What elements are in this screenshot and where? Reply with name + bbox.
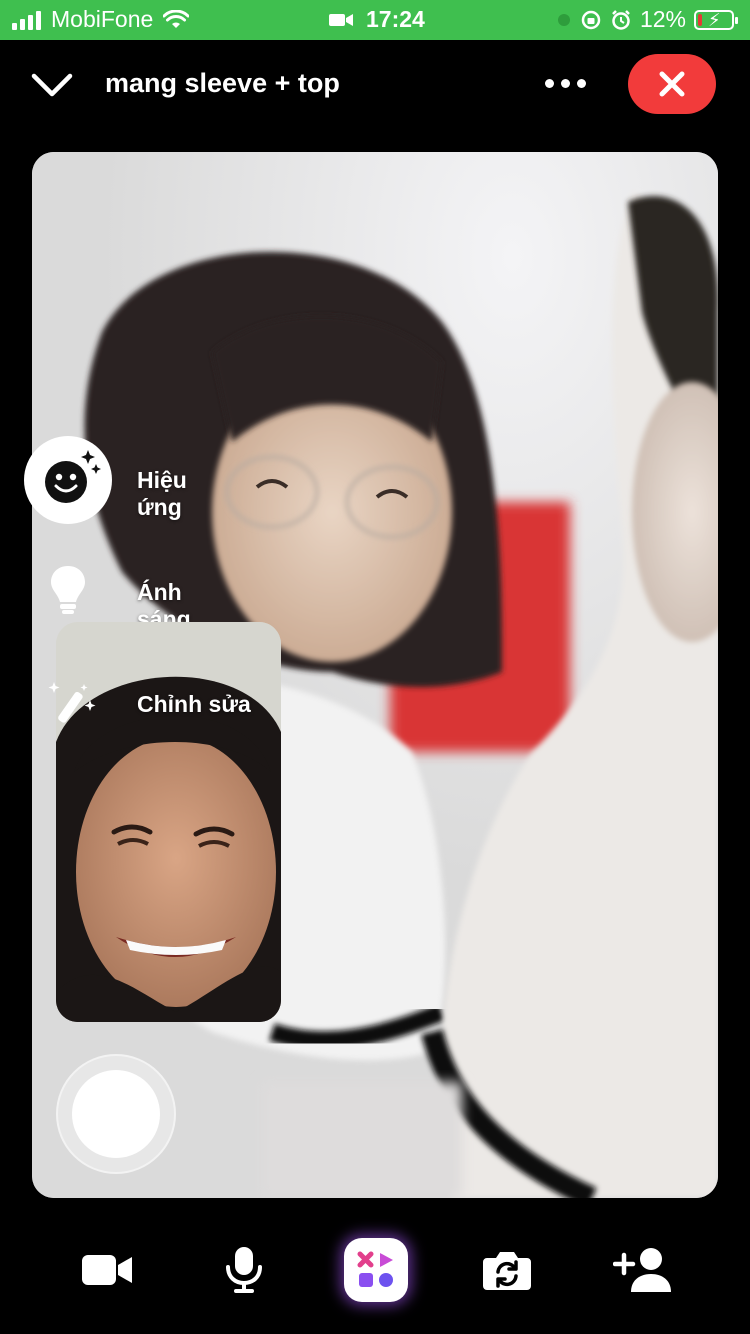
lighting-button[interactable] <box>48 564 88 616</box>
status-center: 17:24 <box>328 6 425 33</box>
more-horizontal-icon <box>545 78 554 88</box>
flip-camera-button[interactable] <box>475 1238 539 1302</box>
video-camera-icon <box>82 1255 132 1285</box>
microphone-icon <box>226 1247 262 1293</box>
magic-wand-icon <box>48 682 96 723</box>
edit-label[interactable]: Chỉnh sửa <box>137 691 251 718</box>
wifi-icon <box>163 9 190 28</box>
call-controls-bar <box>0 1210 750 1334</box>
camera-flip-icon <box>483 1252 531 1290</box>
call-top-bar: mang sleeve + top <box>0 40 750 132</box>
more-options-button[interactable] <box>545 70 591 96</box>
signal-strength-icon <box>12 10 41 30</box>
video-toggle-button[interactable] <box>76 1238 140 1302</box>
collapse-button[interactable] <box>30 68 74 104</box>
rotation-lock-icon <box>581 10 601 29</box>
chevron-down-icon <box>31 73 73 97</box>
smiley-sparkle-icon <box>45 450 101 503</box>
status-left: MobiFone <box>12 6 190 33</box>
call-title: mang sleeve + top <box>105 68 340 98</box>
apps-icon <box>357 1251 393 1287</box>
status-right: 12% ⚡ <box>556 6 738 33</box>
carrier-name: MobiFone <box>51 6 154 32</box>
lightbulb-icon <box>51 566 85 614</box>
battery-percent: 12% <box>639 6 686 32</box>
clock: 17:24 <box>366 6 425 32</box>
close-icon <box>659 71 685 97</box>
effects-button[interactable] <box>24 436 112 524</box>
activities-button[interactable] <box>344 1238 408 1302</box>
microphone-button[interactable] <box>212 1238 276 1302</box>
capture-button[interactable] <box>56 1054 176 1174</box>
alarm-icon <box>612 9 630 30</box>
capture-button-inner <box>72 1070 160 1158</box>
battery-level-fill <box>698 13 702 26</box>
end-call-button[interactable] <box>628 54 716 114</box>
edit-button[interactable] <box>46 678 98 726</box>
add-person-icon <box>613 1248 671 1292</box>
screen-recording-icon <box>329 13 353 26</box>
battery-icon: ⚡ <box>694 9 738 30</box>
green-dot-icon <box>557 13 570 26</box>
status-bar: MobiFone 17:24 12% ⚡ <box>0 0 750 40</box>
add-person-button[interactable] <box>610 1238 674 1302</box>
effects-label[interactable]: Hiệu ứng <box>137 467 187 521</box>
